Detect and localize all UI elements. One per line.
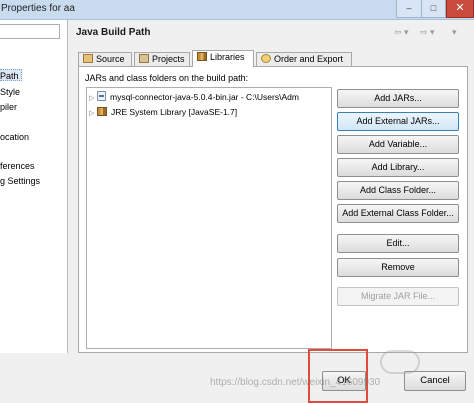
view-menu-icon[interactable]: ▾: [452, 27, 457, 38]
category-tree: Path Style piler ocation ferences g Sett…: [0, 20, 68, 353]
list-item-label: JRE System Library [JavaSE-1.7]: [111, 107, 238, 117]
tab-projects[interactable]: Projects: [134, 52, 190, 66]
page-title: Java Build Path: [76, 27, 151, 38]
page-header: Java Build Path ⇦ ▾ ⇨ ▾ ▾: [76, 24, 468, 42]
libraries-panel: JARs and class folders on the build path…: [78, 66, 468, 353]
library-icon: [197, 52, 207, 61]
cancel-button[interactable]: Cancel: [404, 371, 466, 391]
category-item-settings[interactable]: g Settings: [0, 175, 40, 187]
add-variable-button[interactable]: Add Variable...: [337, 135, 459, 154]
add-class-folder-button[interactable]: Add Class Folder...: [337, 181, 459, 200]
add-jars-button[interactable]: Add JARs...: [337, 89, 459, 108]
minimize-button[interactable]: –: [396, 0, 422, 18]
build-path-label: JARs and class folders on the build path…: [85, 73, 249, 83]
add-library-button[interactable]: Add Library...: [337, 158, 459, 177]
category-item-compiler[interactable]: piler: [0, 101, 17, 113]
category-item-references[interactable]: ferences: [0, 160, 35, 172]
close-button[interactable]: ✕: [446, 0, 474, 18]
tab-source-label: Source: [96, 54, 125, 64]
project-icon: [139, 54, 149, 63]
jar-icon: [97, 91, 106, 101]
category-item-java-build-path[interactable]: Path: [0, 69, 22, 81]
migrate-jar-file-button[interactable]: Migrate JAR File...: [337, 287, 459, 306]
back-arrow-icon[interactable]: ⇦ ▾: [394, 27, 409, 38]
expand-icon[interactable]: ▷: [89, 93, 97, 105]
close-icon: ✕: [455, 2, 465, 14]
library-icon: [97, 107, 107, 116]
watermark-logo-icon: [380, 350, 420, 374]
forward-arrow-icon[interactable]: ⇨ ▾: [420, 27, 435, 38]
list-item-mysql-connector[interactable]: ▷ mysql-connector-java-5.0.4-bin.jar - C:…: [89, 91, 299, 103]
properties-dialog: Path Style piler ocation ferences g Sett…: [0, 20, 474, 403]
list-item-jre-system-library[interactable]: ▷ JRE System Library [JavaSE-1.7]: [89, 106, 237, 118]
order-export-icon: [261, 54, 271, 63]
annotation-highlight-box: [308, 349, 368, 403]
expand-icon[interactable]: ▷: [89, 108, 97, 120]
tab-projects-label: Projects: [152, 54, 185, 64]
title-bar: Properties for aa – □ ✕: [0, 0, 474, 20]
filter-input[interactable]: [0, 24, 60, 39]
add-external-class-folder-button[interactable]: Add External Class Folder...: [337, 204, 459, 223]
tab-order-export-label: Order and Export: [274, 54, 344, 64]
add-external-jars-button[interactable]: Add External JARs...: [337, 112, 459, 131]
maximize-button[interactable]: □: [422, 0, 446, 18]
window-title: Properties for aa: [1, 3, 75, 14]
remove-button[interactable]: Remove: [337, 258, 459, 277]
tab-libraries-label: Libraries: [210, 52, 245, 62]
maximize-icon: □: [430, 3, 437, 13]
minimize-icon: –: [406, 3, 412, 13]
tab-source[interactable]: Source: [78, 52, 132, 66]
edit-button[interactable]: Edit...: [337, 234, 459, 253]
folder-icon: [83, 54, 93, 63]
tab-order-and-export[interactable]: Order and Export: [256, 52, 352, 66]
tab-libraries[interactable]: Libraries: [192, 50, 254, 67]
list-item-label: mysql-connector-java-5.0.4-bin.jar - C:\…: [110, 92, 299, 102]
library-list[interactable]: ▷ mysql-connector-java-5.0.4-bin.jar - C:…: [86, 87, 332, 349]
watermark-text: https://blog.csdn.net/weixin_41609930: [210, 377, 381, 388]
category-item-code-style[interactable]: Style: [0, 86, 20, 98]
category-item-location[interactable]: ocation: [0, 131, 29, 143]
